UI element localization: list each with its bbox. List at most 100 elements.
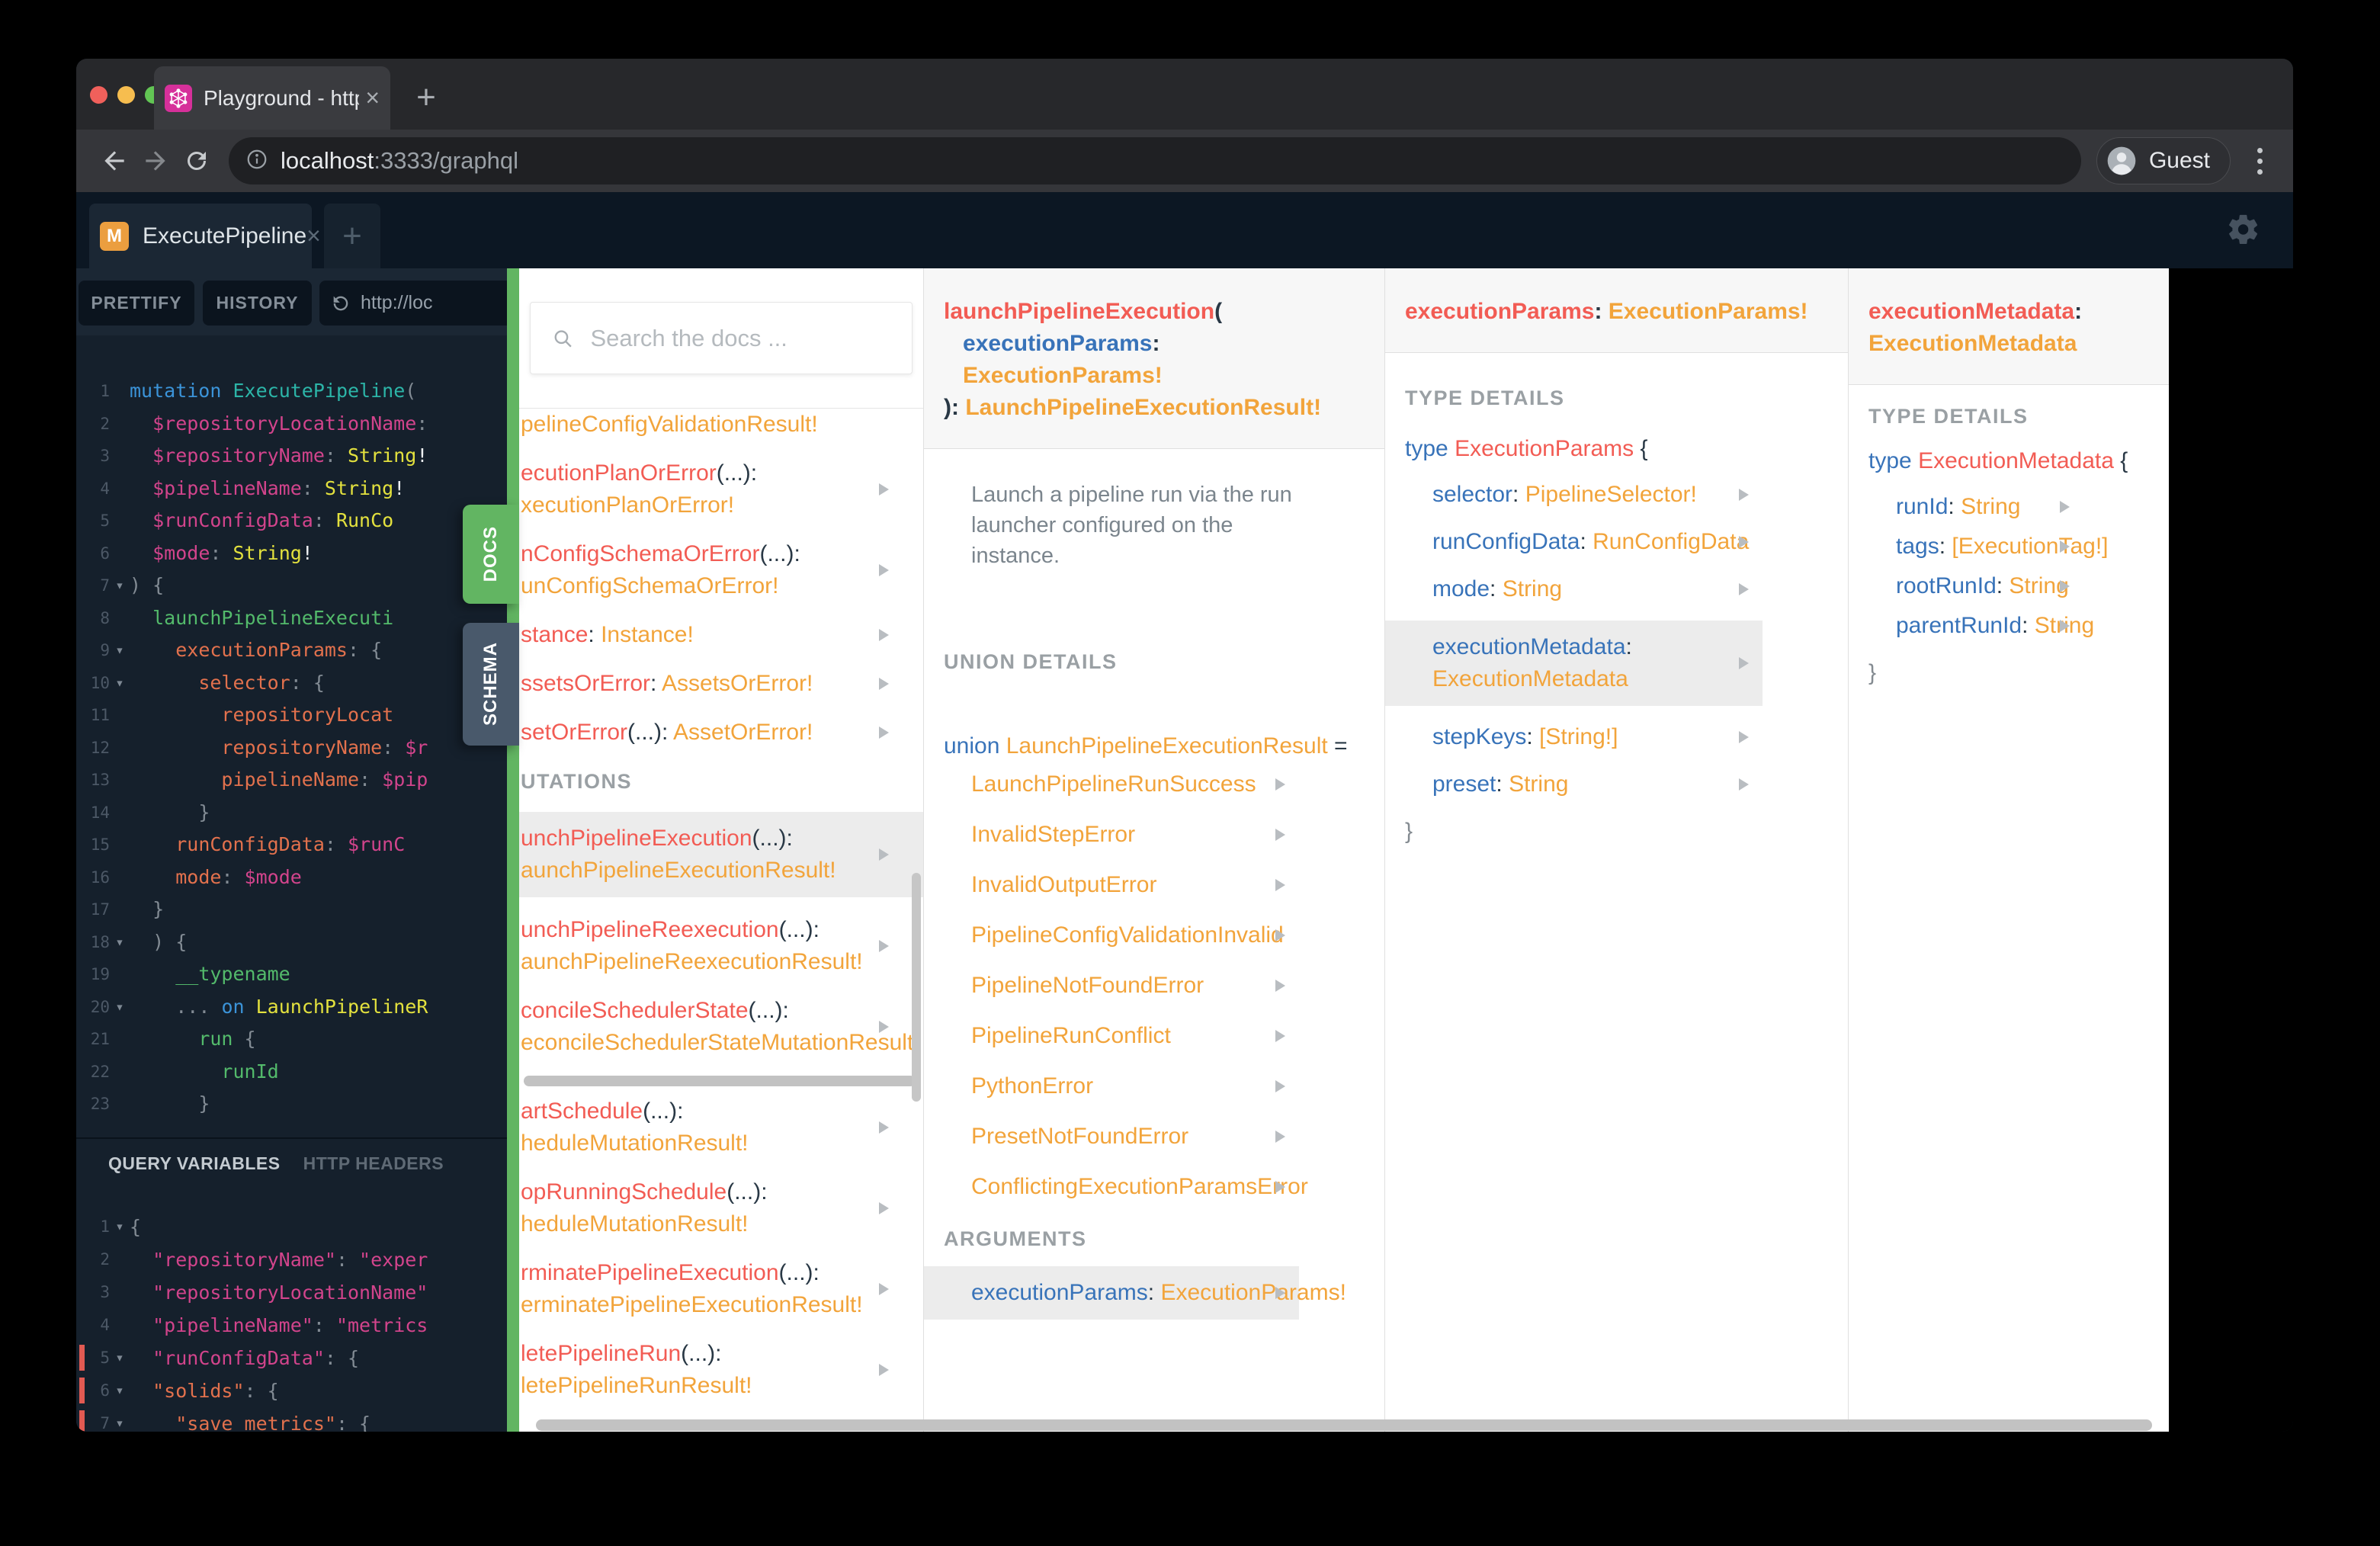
chevron-right-icon[interactable] [879,483,889,496]
docs-item[interactable]: PresetNotFoundError [924,1121,1299,1153]
docs-item[interactable]: ssetsOrError: AssetsOrError! [519,668,923,700]
chevron-right-icon[interactable] [2060,620,2070,632]
prettify-button[interactable]: PRETTIFY [79,281,194,326]
fold-arrow-icon[interactable]: ▾ [110,1211,130,1243]
code-line[interactable]: 11 repositoryLocat [76,699,507,732]
tab-schema[interactable]: SCHEMA [463,623,519,746]
code-line[interactable]: 1 ▾{ [76,1211,507,1243]
docs-item[interactable]: ConflictingExecutionParamsError [924,1171,1308,1203]
code-line[interactable]: 4 $pipelineName: String! [76,473,507,505]
docs-item[interactable]: opRunningSchedule(...): heduleMutationRes… [519,1176,923,1240]
docs-item[interactable]: executionMetadata: ExecutionMetadata [1385,621,1763,706]
code-line[interactable]: 9 ▾ executionParams: { [76,634,507,667]
horizontal-scrollbar[interactable] [536,1419,2152,1431]
code-line[interactable]: 4 "pipelineName": "metrics [76,1309,507,1342]
chevron-right-icon[interactable] [879,678,889,690]
chevron-right-icon[interactable] [1275,929,1285,941]
chevron-right-icon[interactable] [1275,1181,1285,1193]
chevron-right-icon[interactable] [1275,1287,1285,1299]
code-line[interactable]: 10 ▾ selector: { [76,667,507,700]
docs-item[interactable]: unchPipelineReexecution(...): aunchPipeli… [519,914,923,978]
chevron-right-icon[interactable] [1275,1131,1285,1143]
docs-item[interactable]: mode: String [1385,573,1763,605]
docs-item[interactable]: PipelineRunConflict [924,1020,1299,1052]
docs-item[interactable]: tags: [ExecutionTag!] [1849,531,2109,563]
docs-item[interactable]: PipelineConfigValidationInvalid [924,919,1299,951]
docs-item[interactable]: stance: Instance! [519,619,923,651]
close-playground-tab-icon[interactable]: × [306,222,321,250]
code-line[interactable]: 23 } [76,1088,507,1121]
query-editor[interactable]: 1 mutation ExecutePipeline(2 $repositoryL… [76,335,507,1121]
chevron-right-icon[interactable] [1739,731,1749,743]
new-tab-button[interactable]: + [404,75,448,120]
docs-item[interactable]: preset: String [1385,768,1763,800]
chevron-right-icon[interactable] [1739,536,1749,548]
chevron-right-icon[interactable] [2060,540,2070,553]
docs-item[interactable]: rminatePipelineExecution(...): erminatePi… [519,1257,923,1321]
minimize-window-button[interactable] [117,86,135,104]
code-line[interactable]: 15 runConfigData: $runC [76,829,507,861]
chevron-right-icon[interactable] [1275,980,1285,992]
fold-arrow-icon[interactable]: ▾ [110,1374,130,1407]
tab-docs[interactable]: DOCS [463,505,519,604]
code-line[interactable]: 21 run { [76,1023,507,1056]
url-bar[interactable]: localhost:3333/graphql [229,137,2081,184]
chevron-right-icon[interactable] [879,1202,889,1214]
docs-item[interactable]: InvalidOutputError [924,869,1299,901]
docs-search-input[interactable] [590,324,897,352]
code-line[interactable]: 2 "repositoryName": "exper [76,1243,507,1276]
code-line[interactable]: 7 ▾ "save_metrics": { [76,1407,507,1432]
docs-item[interactable]: executionParams: ExecutionParams! [924,1266,1346,1320]
chevron-right-icon[interactable] [2060,580,2070,592]
docs-item[interactable]: letePipelineRun(...): letePipelineRunResu… [519,1338,923,1402]
docs-item[interactable]: nConfigSchemaOrError(...): unConfigSchema… [519,538,923,602]
code-line[interactable]: 8 launchPipelineExecuti [76,602,507,635]
docs-item[interactable]: runId: String [1849,491,2083,523]
code-line[interactable]: 22 runId [76,1056,507,1089]
chevron-right-icon[interactable] [879,848,889,861]
new-playground-tab-button[interactable]: + [324,204,380,268]
docs-item[interactable]: runConfigData: RunConfigData [1385,526,1763,558]
settings-gear-icon[interactable] [2226,212,2261,247]
chevron-right-icon[interactable] [1275,829,1285,841]
chevron-right-icon[interactable] [879,1021,889,1033]
docs-item[interactable]: concileSchedulerState(...): econcileSched… [519,995,923,1059]
chevron-right-icon[interactable] [879,1364,889,1376]
code-line[interactable]: 3 "repositoryLocationName" [76,1276,507,1309]
chevron-right-icon[interactable] [879,940,889,952]
docs-item[interactable]: PythonError [924,1070,1299,1102]
chevron-right-icon[interactable] [1275,778,1285,791]
chevron-right-icon[interactable] [1275,1030,1285,1042]
docs-item[interactable]: ecutionPlanOrError(...): xecutionPlanOrEr… [519,457,923,521]
tab-http-headers[interactable]: HTTP HEADERS [303,1153,444,1174]
back-icon[interactable] [98,144,131,178]
close-tab-icon[interactable]: × [365,84,380,112]
code-line[interactable]: 12 repositoryName: $r [76,732,507,765]
docs-item[interactable]: setOrError(...): AssetOrError! [519,717,923,749]
code-line[interactable]: 2 $repositoryLocationName: [76,408,507,441]
code-line[interactable]: 5 ▾ "runConfigData": { [76,1342,507,1374]
horizontal-scrollbar[interactable] [524,1076,916,1086]
chevron-right-icon[interactable] [879,564,889,576]
fold-arrow-icon[interactable]: ▾ [110,1342,130,1374]
chevron-right-icon[interactable] [1739,583,1749,595]
chevron-right-icon[interactable] [879,1283,889,1295]
chevron-right-icon[interactable] [1739,489,1749,501]
docs-item[interactable]: parentRunId: String [1849,610,2094,642]
playground-tab[interactable]: M ExecutePipeline × [89,204,321,268]
docs-search-box[interactable] [530,302,913,374]
code-line[interactable]: 1 mutation ExecutePipeline( [76,375,507,408]
window-controls[interactable] [90,86,162,104]
fold-arrow-icon[interactable]: ▾ [110,569,130,602]
docs-item[interactable]: LaunchPipelineRunSuccess [924,768,1299,800]
browser-tab[interactable]: Playground - http://localhost:3 × [154,66,390,130]
code-line[interactable]: 17 } [76,893,507,926]
fold-arrow-icon[interactable]: ▾ [110,1407,130,1432]
code-line[interactable]: 20 ▾ ... on LaunchPipelineR [76,991,507,1024]
docs-item[interactable]: unchPipelineExecution(...): aunchPipeline… [519,812,923,897]
code-line[interactable]: 13 pipelineName: $pip [76,764,507,797]
docs-item[interactable]: pelineConfigValidationResult! [519,409,923,441]
endpoint-input[interactable]: http://loc [319,281,507,326]
code-line[interactable]: 14 } [76,797,507,829]
chevron-right-icon[interactable] [879,1121,889,1134]
